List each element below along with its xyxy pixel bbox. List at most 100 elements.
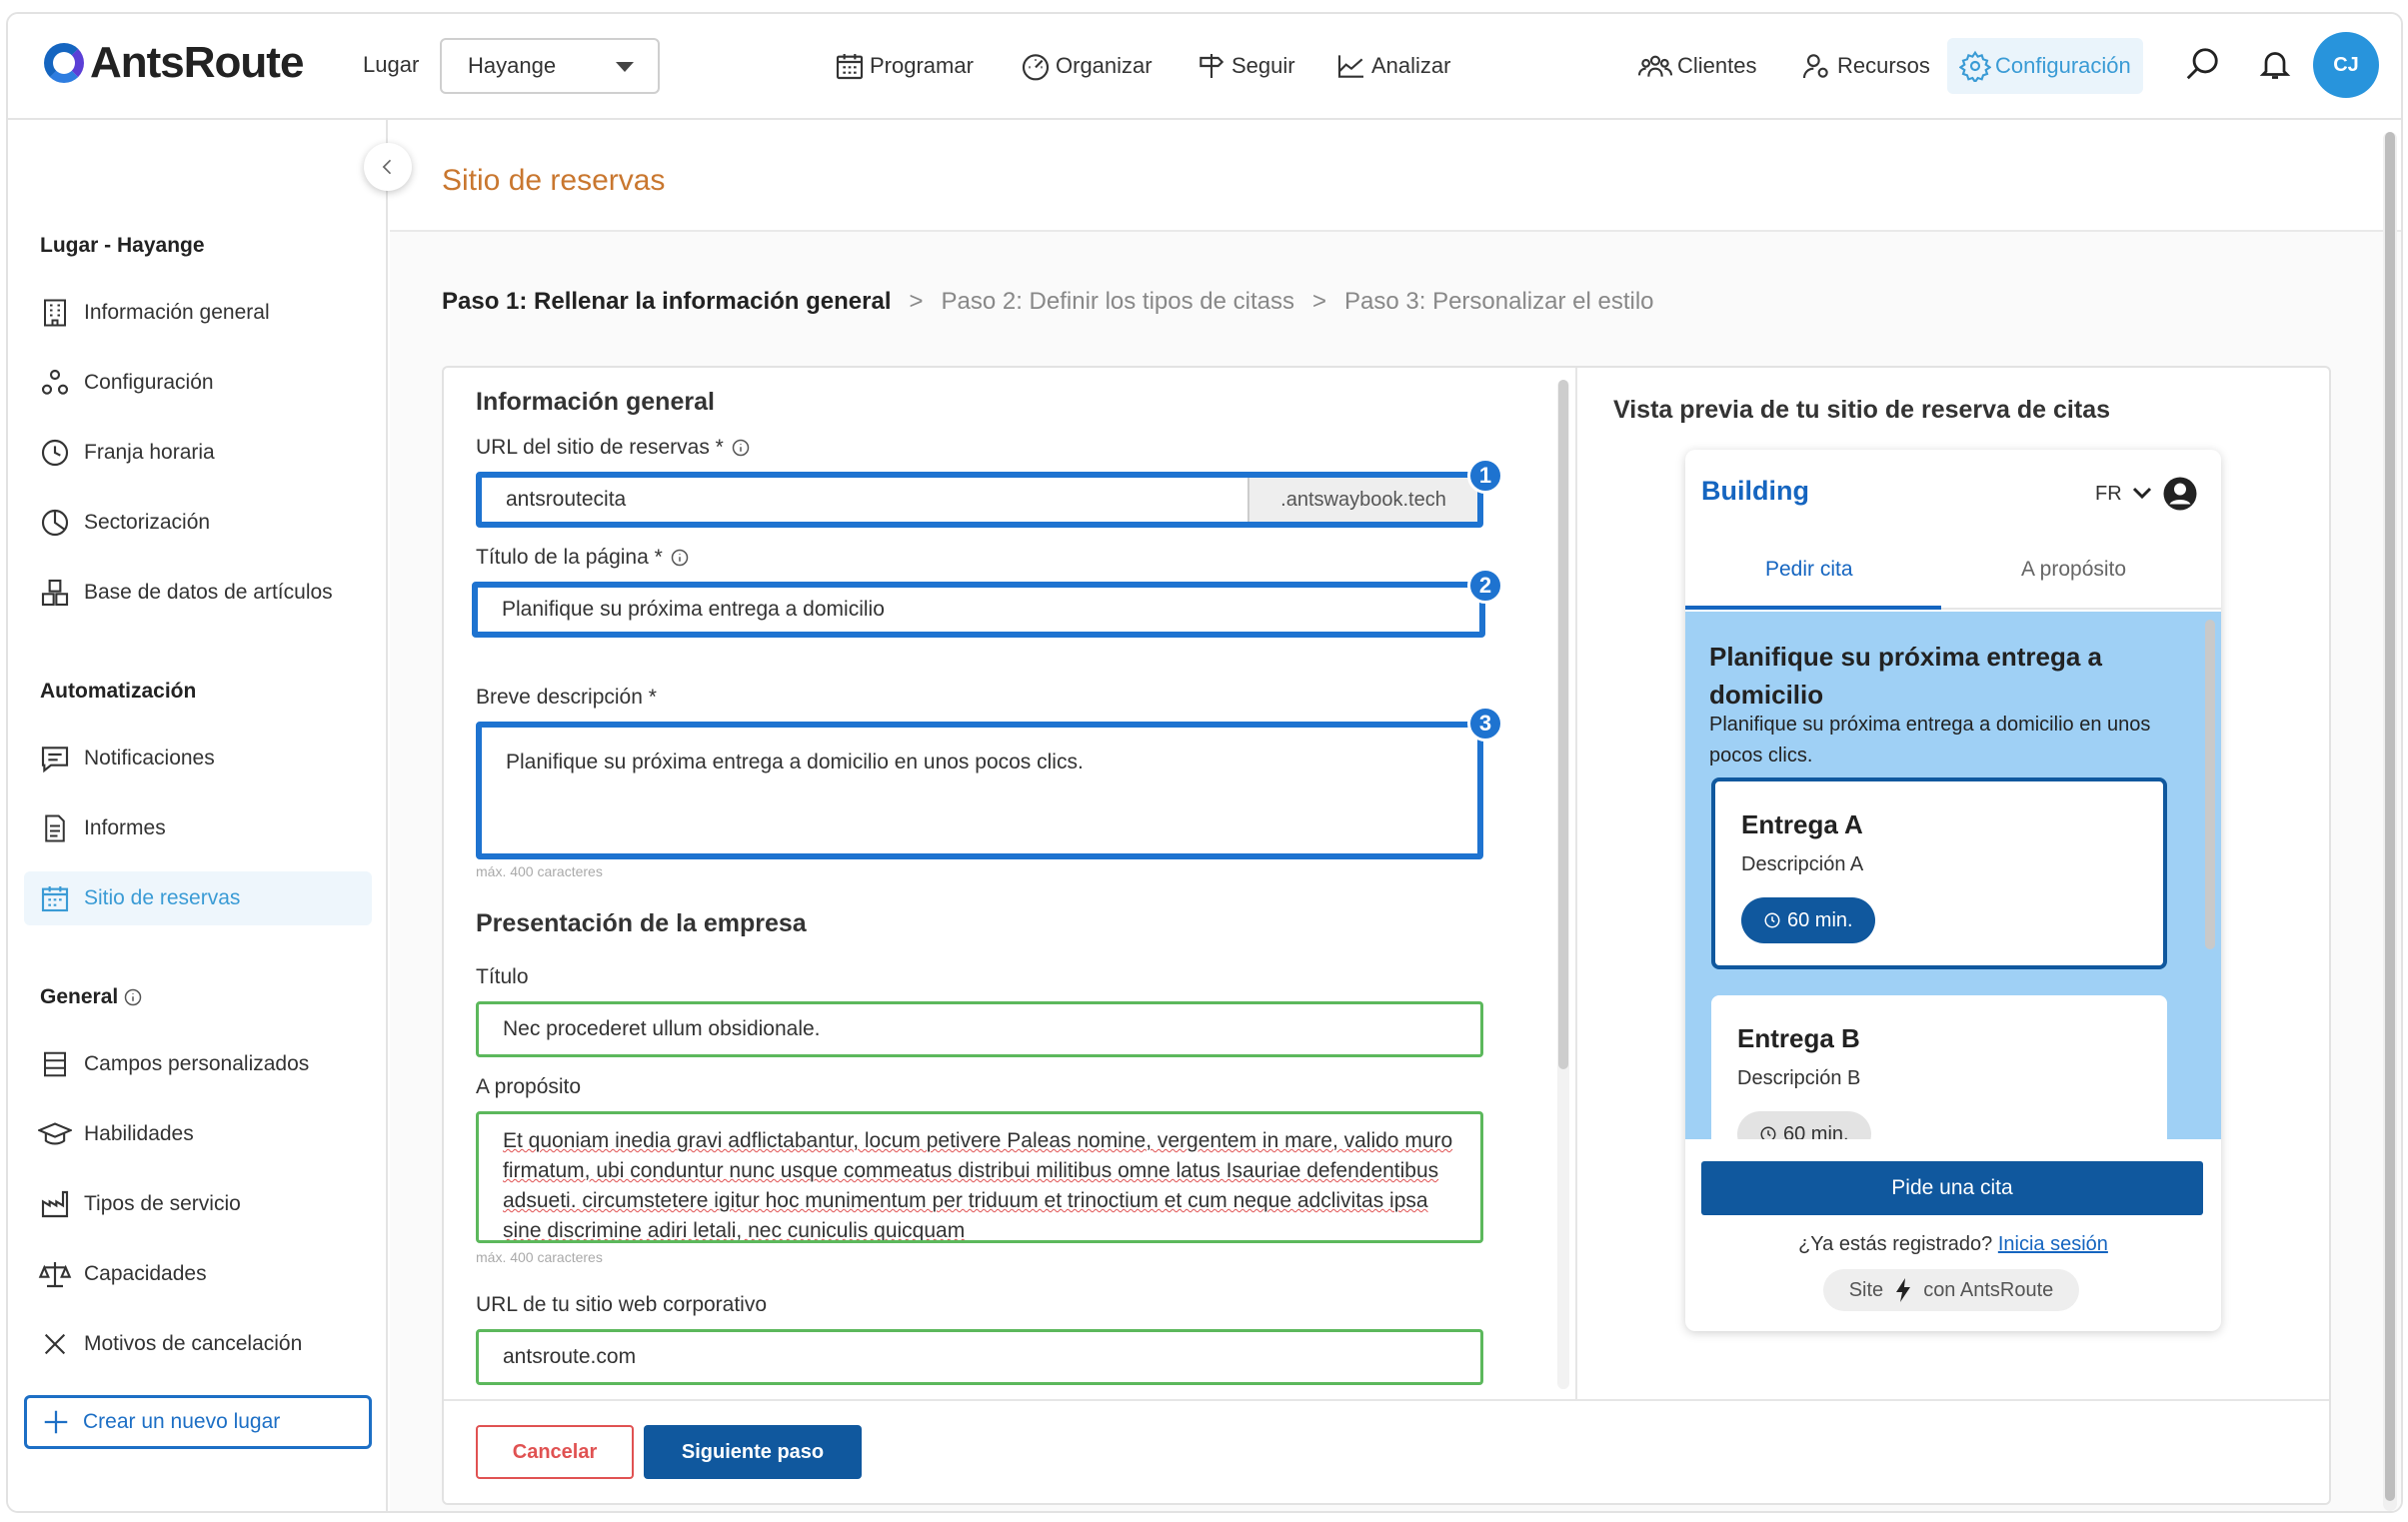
sidebar-item-label: Sectorización: [84, 511, 211, 534]
nav-recursos[interactable]: Recursos: [1799, 50, 1930, 82]
users-icon: [1637, 55, 1673, 77]
sidebar-item-informes[interactable]: Informes: [24, 801, 372, 855]
sidebar-item-label: Campos personalizados: [84, 1052, 310, 1075]
lugar-select[interactable]: Hayange: [440, 38, 660, 94]
nav-configuracion[interactable]: Configuración: [1947, 38, 2143, 94]
page-title-input[interactable]: Planifique su próxima entrega a domicili…: [472, 582, 1485, 638]
preview-login-link[interactable]: Inicia sesión: [1998, 1233, 2108, 1255]
factory-icon: [38, 1187, 72, 1221]
sidebar-heading-general: General: [40, 985, 142, 1009]
nav-configuracion-label: Configuración: [1995, 53, 2131, 78]
sidebar-item-base-datos-articulos[interactable]: Base de datos de artículos: [24, 566, 372, 620]
preview-column: Vista previa de tu sitio de reserva de c…: [1577, 368, 2329, 1399]
info-icon[interactable]: [671, 549, 689, 567]
preview-tab-about[interactable]: A propósito: [2021, 558, 2126, 582]
page-title: Sitio de reservas: [442, 164, 666, 197]
top-bar: AntsRoute Lugar Hayange Programar Organi…: [8, 14, 2401, 120]
preview-tab-indicator: [1685, 606, 1941, 610]
website-value: antsroute.com: [503, 1345, 637, 1368]
preview-language-value: FR: [2095, 482, 2122, 505]
sidebar-item-notificaciones[interactable]: Notificaciones: [24, 732, 372, 785]
description-textarea[interactable]: Planifique su próxima entrega a domicili…: [476, 722, 1483, 859]
notifications-button[interactable]: [2257, 44, 2297, 84]
preview-login-question: ¿Ya estás registrado?: [1798, 1233, 1993, 1255]
nav-analizar[interactable]: Analizar: [1335, 50, 1450, 82]
preview-description: Planifique su próxima entrega a domicili…: [1709, 714, 2151, 766]
cancel-button[interactable]: Cancelar: [476, 1425, 634, 1479]
description-value: Planifique su próxima entrega a domicili…: [506, 751, 1084, 773]
graduation-cap-icon: [38, 1117, 72, 1151]
page-title-label: Título de la página *: [476, 546, 689, 570]
company-title-label: Título: [476, 965, 529, 988]
nav-organizar-label: Organizar: [1056, 53, 1153, 78]
sidebar-item-label: Tipos de servicio: [84, 1192, 241, 1215]
sidebar-heading-place: Lugar - Hayange: [40, 234, 205, 257]
sidebar-item-label: Base de datos de artículos: [84, 581, 333, 604]
preview-book-button[interactable]: Pide una cita: [1701, 1161, 2203, 1215]
account-icon[interactable]: [2162, 476, 2198, 512]
preview-language-selector[interactable]: FR: [2095, 476, 2198, 512]
gauge-icon: [1022, 54, 1050, 81]
service-description: Descripción A: [1741, 853, 1864, 875]
sidebar-item-motivos-cancelacion[interactable]: Motivos de cancelación: [24, 1317, 372, 1371]
sidebar-item-label: Habilidades: [84, 1122, 194, 1145]
booking-url-value: antsroutecita: [506, 488, 627, 511]
url-label-text: URL del sitio de reservas *: [476, 436, 724, 459]
sidebar-item-campos-personalizados[interactable]: Campos personalizados: [24, 1037, 372, 1091]
chevron-left-icon: [382, 159, 392, 175]
preview-brand: Building: [1701, 476, 1809, 506]
sidebar-item-configuracion[interactable]: Configuración: [24, 356, 372, 410]
user-avatar[interactable]: CJ: [2313, 32, 2379, 98]
clock-icon: [38, 436, 72, 470]
nav-seguir[interactable]: Seguir: [1196, 50, 1295, 82]
form-scrollbar[interactable]: [1557, 380, 1569, 1389]
sidebar-item-sectorizacion[interactable]: Sectorización: [24, 496, 372, 550]
sidebar-item-capacidades[interactable]: Capacidades: [24, 1247, 372, 1301]
page-scrollbar-thumb[interactable]: [2385, 132, 2395, 1501]
nav-programar[interactable]: Programar: [834, 50, 974, 82]
nav-organizar[interactable]: Organizar: [1020, 50, 1153, 82]
preview-service-card[interactable]: Entrega B Descripción B 60 min.: [1711, 995, 2167, 1139]
step-2[interactable]: Paso 2: Definir los tipos de citass: [942, 288, 1295, 316]
signpost-icon: [1200, 54, 1224, 78]
sidebar-item-label: Capacidades: [84, 1262, 207, 1285]
page-scrollbar[interactable]: [2383, 132, 2397, 1511]
next-step-button[interactable]: Siguiente paso: [644, 1425, 862, 1479]
sidebar-item-tipos-servicio[interactable]: Tipos de servicio: [24, 1177, 372, 1231]
nav-recursos-label: Recursos: [1837, 53, 1930, 78]
website-input[interactable]: antsroute.com: [476, 1329, 1483, 1385]
page-title-value: Planifique su próxima entrega a domicili…: [502, 598, 885, 621]
sidebar-item-franja-horaria[interactable]: Franja horaria: [24, 426, 372, 480]
preview-login-prompt: ¿Ya estás registrado? Inicia sesión: [1685, 1233, 2221, 1256]
powered-by-site: Site: [1848, 1278, 1884, 1301]
booking-url-input[interactable]: antsroutecita .antswaybook.tech: [476, 472, 1483, 528]
sidebar-item-label: Notificaciones: [84, 747, 215, 769]
sidebar-item-informacion-general[interactable]: Información general: [24, 286, 372, 340]
create-new-place-button[interactable]: Crear un nuevo lugar: [24, 1395, 372, 1449]
nav-clientes[interactable]: Clientes: [1637, 50, 1756, 82]
sidebar-item-label: Motivos de cancelación: [84, 1332, 303, 1355]
collapse-sidebar-button[interactable]: [364, 143, 412, 191]
chart-icon: [1337, 55, 1363, 78]
step-3[interactable]: Paso 3: Personalizar el estilo: [1344, 288, 1654, 316]
form-scrollbar-thumb[interactable]: [1558, 380, 1568, 1069]
app-window: AntsRoute Lugar Hayange Programar Organi…: [6, 12, 2403, 1513]
powered-by-brand: con AntsRoute: [1923, 1278, 2054, 1301]
about-textarea[interactable]: Et quoniam inedia gravi adflictabantur, …: [476, 1111, 1483, 1243]
step-1[interactable]: Paso 1: Rellenar la información general: [442, 288, 891, 316]
sidebar-item-sitio-reservas[interactable]: Sitio de reservas: [24, 871, 372, 925]
preview-tab-book[interactable]: Pedir cita: [1765, 558, 1853, 582]
section-company-title: Presentación de la empresa: [476, 909, 807, 937]
company-title-input[interactable]: Nec procederet ullum obsidionale.: [476, 1001, 1483, 1057]
nav-programar-label: Programar: [870, 53, 974, 78]
brand-logo[interactable]: AntsRoute: [44, 38, 304, 88]
service-duration-pill: 60 min.: [1741, 897, 1875, 943]
preview-title: Vista previa de tu sitio de reserva de c…: [1613, 396, 2110, 424]
search-button[interactable]: [2183, 44, 2225, 84]
preview-service-card[interactable]: Entrega A Descripción A 60 min.: [1711, 777, 2167, 969]
preview-scrollbar[interactable]: [2205, 620, 2215, 949]
scale-icon: [38, 1257, 72, 1291]
info-icon[interactable]: [732, 439, 750, 457]
callout-badge-3: 3: [1467, 706, 1503, 742]
sidebar-item-habilidades[interactable]: Habilidades: [24, 1107, 372, 1161]
